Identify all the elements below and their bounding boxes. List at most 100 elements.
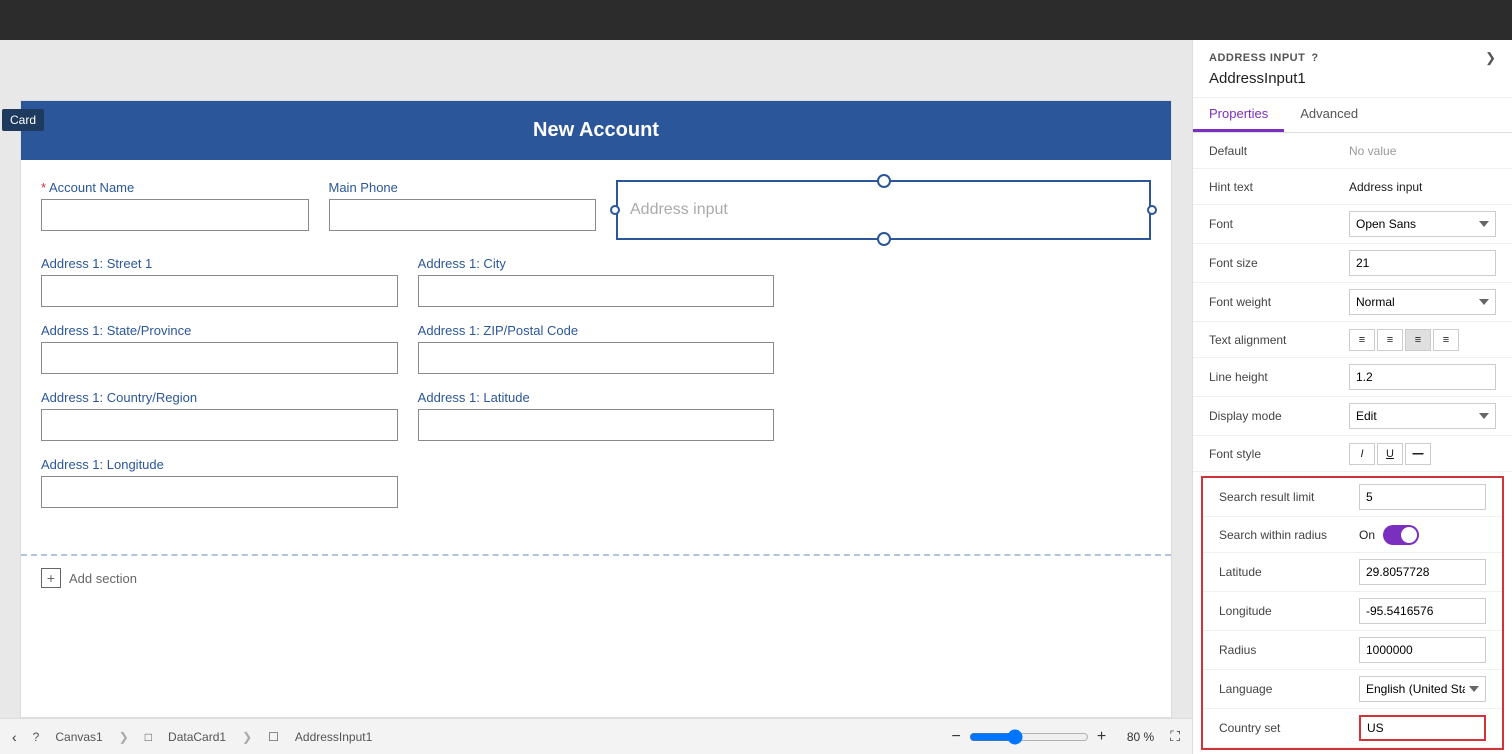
label-address1-lat: Address 1: Latitude: [418, 390, 775, 405]
strikethrough-button[interactable]: —: [1405, 443, 1431, 465]
prop-default: Default No value: [1193, 133, 1512, 169]
italic-button[interactable]: I: [1349, 443, 1375, 465]
prop-radius: Radius: [1203, 631, 1502, 670]
zoom-minus-button[interactable]: −: [952, 728, 961, 746]
canvas-icon: ?: [33, 730, 40, 744]
address-input-container[interactable]: Address input: [616, 180, 1151, 240]
card-tooltip: Card: [2, 109, 44, 131]
breadcrumb-addressinput1[interactable]: AddressInput1: [295, 730, 372, 744]
prop-country-set: Country set: [1203, 709, 1502, 748]
font-select[interactable]: Open Sans: [1349, 211, 1496, 237]
input-address1-street1[interactable]: [41, 275, 398, 307]
display-mode-select[interactable]: Edit View: [1349, 403, 1496, 429]
fullscreen-icon[interactable]: ⛶: [1170, 728, 1180, 745]
field-address1-long: Address 1: Longitude: [41, 457, 398, 508]
add-section-icon[interactable]: +: [41, 568, 61, 588]
radius-input[interactable]: [1359, 637, 1486, 663]
label-address1-street1: Address 1: Street 1: [41, 256, 398, 271]
add-section-label: Add section: [69, 571, 137, 586]
input-main-phone[interactable]: [329, 199, 597, 231]
address-input-field[interactable]: Address input: [616, 180, 1151, 240]
input-address1-lat[interactable]: [418, 409, 775, 441]
prop-label-font: Font: [1209, 217, 1349, 231]
prop-text-alignment: Text alignment ≡ ≡ ≡ ≡: [1193, 322, 1512, 358]
label-address1-state: Address 1: State/Province: [41, 323, 398, 338]
prop-search-result-limit: Search result limit: [1203, 478, 1502, 517]
underline-button[interactable]: U: [1377, 443, 1403, 465]
prop-font: Font Open Sans: [1193, 205, 1512, 244]
search-within-radius-toggle[interactable]: [1383, 525, 1419, 545]
align-center-button[interactable]: ≡: [1377, 329, 1403, 351]
field-address1-state: Address 1: State/Province: [41, 323, 398, 374]
zoom-plus-button[interactable]: +: [1097, 728, 1106, 746]
handle-left[interactable]: [610, 205, 620, 215]
zoom-controls: − + 80 % ⛶: [952, 728, 1181, 746]
align-right-button[interactable]: ≡: [1405, 329, 1431, 351]
font-weight-select[interactable]: Normal Bold: [1349, 289, 1496, 315]
search-result-limit-input[interactable]: [1359, 484, 1486, 510]
prop-search-within-radius: Search within radius On: [1203, 517, 1502, 553]
prop-value-font: Open Sans: [1349, 211, 1496, 237]
longitude-input[interactable]: [1359, 598, 1486, 624]
prop-label-default: Default: [1209, 144, 1349, 158]
nav-prev-icon[interactable]: ‹: [12, 729, 17, 745]
handle-right[interactable]: [1147, 205, 1157, 215]
label-address1-country: Address 1: Country/Region: [41, 390, 398, 405]
prop-label-text-alignment: Text alignment: [1209, 333, 1349, 347]
align-left-button[interactable]: ≡: [1349, 329, 1375, 351]
input-address1-city[interactable]: [418, 275, 775, 307]
panel-header: ADDRESS INPUT ? ❯ AddressInput1: [1193, 40, 1512, 98]
panel-chevron-right[interactable]: ❯: [1485, 50, 1496, 66]
panel-tabs: Properties Advanced: [1193, 98, 1512, 133]
form-row-0: Account Name Main Phone Address input: [41, 180, 1151, 240]
breadcrumb-canvas1[interactable]: Canvas1: [55, 730, 102, 744]
input-address1-zip[interactable]: [418, 342, 775, 374]
align-justify-button[interactable]: ≡: [1433, 329, 1459, 351]
input-address1-long[interactable]: [41, 476, 398, 508]
prop-label-search-result-limit: Search result limit: [1219, 490, 1359, 504]
form-row-2: Address 1: State/Province Address 1: ZIP…: [41, 323, 1151, 374]
main-area: Card New Account Account Name Main Phone: [0, 40, 1512, 754]
component-name: AddressInput1: [1209, 70, 1496, 87]
prop-label-longitude: Longitude: [1219, 604, 1359, 618]
addressinput-icon: ☐: [268, 730, 279, 744]
prop-label-search-within-radius: Search within radius: [1219, 528, 1359, 542]
highlighted-section: Search result limit Search within radius…: [1201, 476, 1504, 750]
zoom-slider[interactable]: [969, 729, 1089, 745]
breadcrumb-sep2: ❯: [242, 730, 252, 744]
datacard-icon: □: [145, 730, 152, 744]
input-account-name[interactable]: [41, 199, 309, 231]
input-address1-state[interactable]: [41, 342, 398, 374]
prop-value-font-weight: Normal Bold: [1349, 289, 1496, 315]
breadcrumb-datacard1[interactable]: DataCard1: [168, 730, 226, 744]
prop-label-country-set: Country set: [1219, 721, 1359, 735]
prop-value-language: English (United States): [1359, 676, 1486, 702]
breadcrumb-sep1: ❯: [119, 730, 129, 744]
font-size-input[interactable]: [1349, 250, 1496, 276]
latitude-input[interactable]: [1359, 559, 1486, 585]
prop-label-display-mode: Display mode: [1209, 409, 1349, 423]
input-address1-country[interactable]: [41, 409, 398, 441]
label-address1-zip: Address 1: ZIP/Postal Code: [418, 323, 775, 338]
field-account-name: Account Name: [41, 180, 309, 240]
prop-latitude: Latitude: [1203, 553, 1502, 592]
field-address1-zip: Address 1: ZIP/Postal Code: [418, 323, 775, 374]
field-address1-country: Address 1: Country/Region: [41, 390, 398, 441]
info-icon[interactable]: ?: [1311, 52, 1318, 64]
tab-properties[interactable]: Properties: [1193, 98, 1284, 132]
top-bar: [0, 0, 1512, 40]
bottom-bar: ‹ ? Canvas1 ❯ □ DataCard1 ❯ ☐ AddressInp…: [0, 718, 1192, 754]
prop-value-search-within-radius: On: [1359, 525, 1486, 545]
tab-advanced[interactable]: Advanced: [1284, 98, 1374, 132]
field-address1-street1: Address 1: Street 1: [41, 256, 398, 307]
right-panel: ADDRESS INPUT ? ❯ AddressInput1 Properti…: [1192, 40, 1512, 754]
form-row-3: Address 1: Country/Region Address 1: Lat…: [41, 390, 1151, 441]
line-height-input[interactable]: [1349, 364, 1496, 390]
prop-value-display-mode: Edit View: [1349, 403, 1496, 429]
language-select[interactable]: English (United States): [1359, 676, 1486, 702]
form-body: Account Name Main Phone Address input: [21, 160, 1171, 544]
prop-label-font-style: Font style: [1209, 447, 1349, 461]
add-section[interactable]: + Add section: [21, 554, 1171, 600]
country-set-input[interactable]: [1359, 715, 1486, 741]
field-main-phone: Main Phone: [329, 180, 597, 240]
